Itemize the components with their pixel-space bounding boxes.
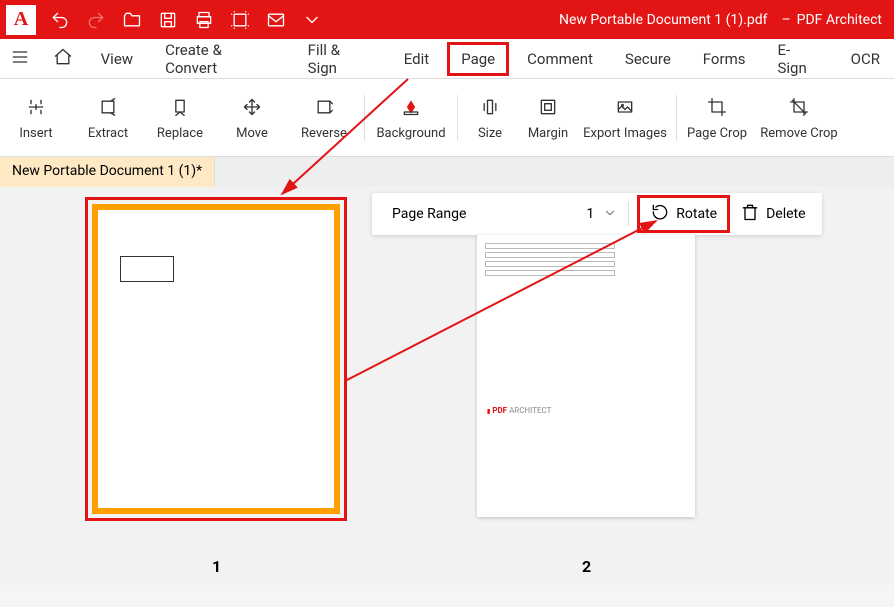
menu-edit[interactable]: Edit <box>390 42 443 76</box>
rotate-button[interactable]: Rotate <box>637 195 730 233</box>
page-range-dropdown[interactable] <box>600 205 620 224</box>
insert-icon <box>26 94 46 120</box>
move-icon <box>242 94 262 120</box>
page-crop-icon <box>707 94 727 120</box>
export-images-icon <box>615 94 635 120</box>
menu-fill-sign[interactable]: Fill & Sign <box>294 33 386 85</box>
document-title: New Portable Document 1 (1).pdf <box>559 12 775 28</box>
menu-forms[interactable]: Forms <box>689 42 760 76</box>
remove-crop-icon <box>789 94 809 120</box>
app-name: PDF Architect <box>797 12 894 28</box>
thumbnail-content-box <box>120 256 174 282</box>
ribbon-replace[interactable]: Replace <box>144 79 216 156</box>
menubar: View Create & Convert Fill & Sign Edit P… <box>0 39 894 79</box>
ribbon-extract[interactable]: Extract <box>72 79 144 156</box>
page-number-1: 1 <box>212 557 221 576</box>
trash-icon <box>740 202 760 226</box>
title-separator: – <box>775 12 796 28</box>
menu-esign[interactable]: E-Sign <box>763 33 832 85</box>
ribbon-page-crop[interactable]: Page Crop <box>681 79 753 156</box>
ribbon-reverse[interactable]: Reverse <box>288 79 360 156</box>
ribbon-size[interactable]: Size <box>462 79 518 156</box>
workspace: Page Range 1 Rotate Delete <box>0 187 894 585</box>
rotate-icon <box>650 202 670 226</box>
menu-ocr[interactable]: OCR <box>837 42 894 76</box>
page-range-label: Page Range <box>378 206 480 222</box>
page-thumbnail-2[interactable]: ▮ PDF ARCHITECT <box>477 235 695 517</box>
menu-view[interactable]: View <box>87 42 147 76</box>
ribbon-background[interactable]: Background <box>369 79 453 156</box>
open-button[interactable] <box>114 0 150 39</box>
thumbnail-2-logo: ▮ PDF ARCHITECT <box>487 406 551 415</box>
reverse-icon <box>314 94 334 120</box>
page-action-bar: Page Range 1 Rotate Delete <box>372 193 822 235</box>
ribbon-toolbar: Insert Extract Replace Move Reverse Back… <box>0 79 894 157</box>
redo-button[interactable] <box>78 0 114 39</box>
document-tab-bar: New Portable Document 1 (1)* <box>0 157 894 187</box>
titlebar: A New Portable Document 1 (1).pdf – PDF … <box>0 0 894 39</box>
page-thumbnail-1[interactable] <box>85 197 347 521</box>
menu-secure[interactable]: Secure <box>611 42 685 76</box>
app-logo: A <box>6 5 36 35</box>
page-number-2: 2 <box>582 557 591 576</box>
ribbon-insert[interactable]: Insert <box>0 79 72 156</box>
background-icon <box>401 94 421 120</box>
menu-create-convert[interactable]: Create & Convert <box>151 33 290 85</box>
home-icon[interactable] <box>43 39 82 79</box>
page-range-value: 1 <box>580 206 600 222</box>
ribbon-remove-crop[interactable]: Remove Crop <box>753 79 845 156</box>
ribbon-export-images[interactable]: Export Images <box>578 79 672 156</box>
extract-icon <box>98 94 118 120</box>
ribbon-move[interactable]: Move <box>216 79 288 156</box>
document-tab[interactable]: New Portable Document 1 (1)* <box>0 157 215 187</box>
undo-button[interactable] <box>42 0 78 39</box>
delete-button[interactable]: Delete <box>730 198 815 230</box>
replace-icon <box>170 94 190 120</box>
menu-comment[interactable]: Comment <box>513 42 607 76</box>
ribbon-margin[interactable]: Margin <box>518 79 578 156</box>
size-icon <box>480 94 500 120</box>
margin-icon <box>538 94 558 120</box>
hamburger-icon[interactable] <box>0 39 39 79</box>
menu-page[interactable]: Page <box>447 42 509 76</box>
